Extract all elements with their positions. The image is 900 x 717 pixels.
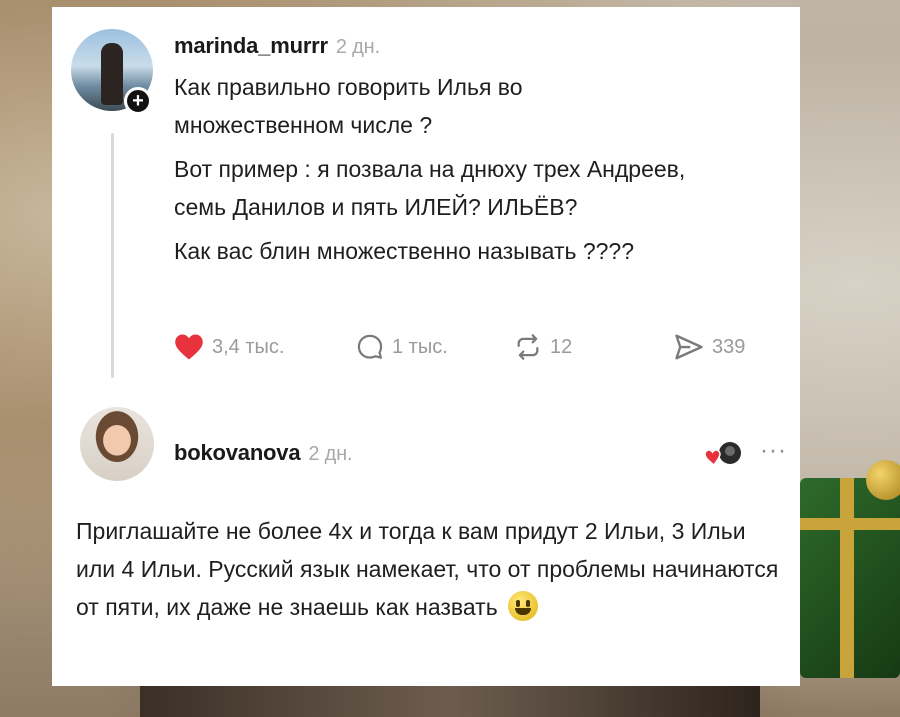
likes-count: 3,4 тыс. [212, 335, 285, 358]
reply-header: bokovanova 2 дн. [174, 440, 353, 466]
thread-line [111, 133, 114, 378]
post-header: marinda_murrr 2 дн. [174, 33, 380, 59]
comment-button[interactable]: 1 тыс. [356, 333, 448, 361]
post-body: Как правильно говорить Илья во множестве… [174, 68, 774, 270]
avatar-figure [101, 43, 123, 105]
reply-time: 2 дн. [308, 443, 353, 465]
heart-icon [175, 334, 203, 360]
reposts-count: 12 [550, 335, 573, 358]
reply-username[interactable]: bokovanova [174, 440, 301, 465]
post-paragraph-1: Как правильно говорить Илья во множестве… [174, 74, 523, 138]
post-paragraph-3: Как вас блин множественно называть ???? [174, 238, 635, 264]
like-button[interactable]: 3,4 тыс. [174, 333, 284, 361]
post-time: 2 дн. [335, 36, 380, 58]
reply-text: Приглашайте не более 4х и тогда к вам пр… [76, 518, 779, 620]
background-ornament [866, 460, 900, 500]
repost-button[interactable]: 12 [514, 333, 572, 361]
repost-icon [517, 334, 539, 360]
comment-icon [357, 334, 383, 359]
post-actions: 3,4 тыс. 1 тыс. 12 339 [174, 333, 774, 365]
more-icon[interactable]: ··· [760, 437, 787, 465]
share-button[interactable]: 339 [674, 333, 745, 361]
share-icon [675, 334, 703, 360]
author-liked-icon [704, 442, 741, 467]
reply-body: Приглашайте не более 4х и тогда к вам пр… [76, 512, 786, 626]
shares-count: 339 [712, 335, 746, 358]
smiley-emoji-icon [508, 591, 539, 621]
background-gift-box [800, 478, 900, 678]
post-paragraph-2: Вот пример : я позвала на днюху трех Анд… [174, 156, 686, 220]
reply-author-avatar[interactable] [80, 407, 154, 481]
comments-count: 1 тыс. [392, 335, 448, 358]
follow-plus-icon[interactable]: + [124, 87, 152, 115]
thread-card: + marinda_murrr 2 дн. Как правильно говор… [52, 7, 800, 686]
background-bottom [140, 686, 760, 717]
author-username[interactable]: marinda_murrr [174, 33, 328, 58]
